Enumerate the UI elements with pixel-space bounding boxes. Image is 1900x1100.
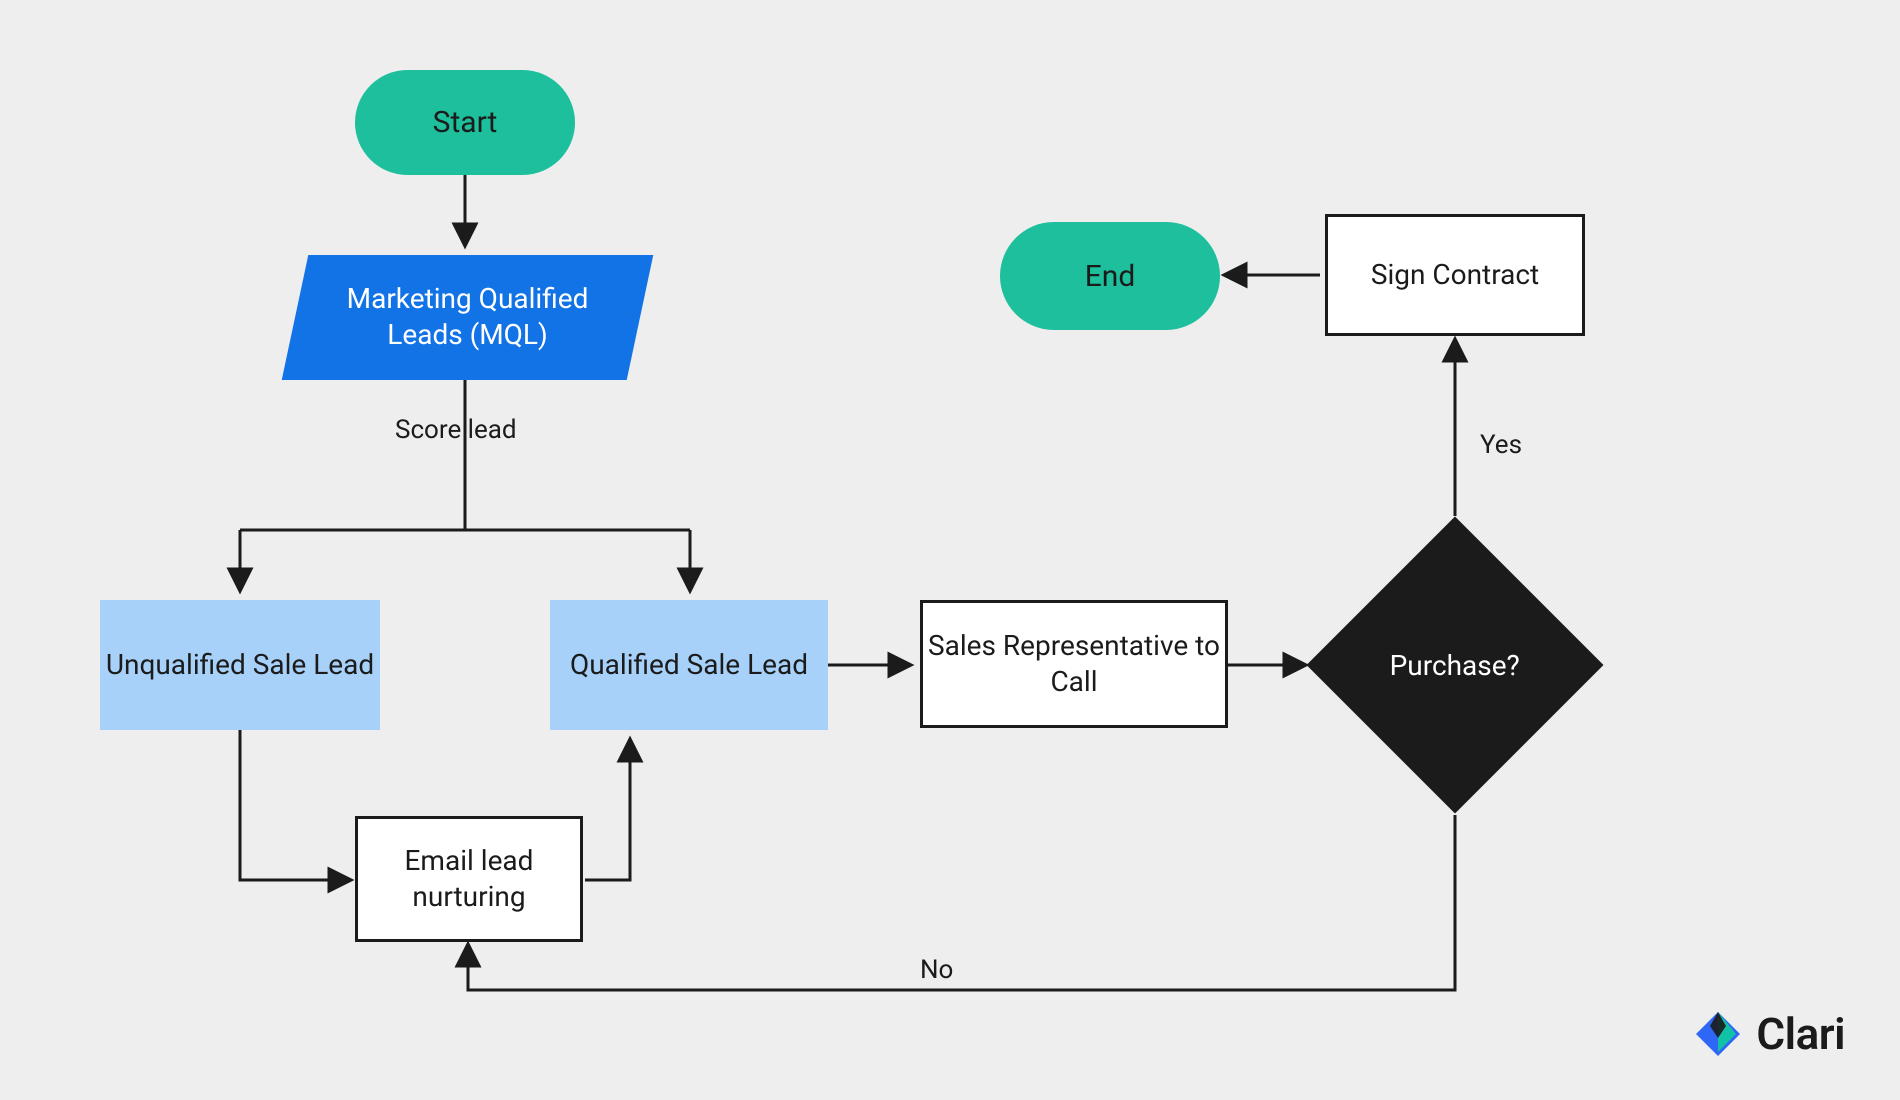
unqualified-node: Unqualified Sale Lead xyxy=(100,600,380,730)
flowchart-canvas: Start Marketing Qualified Leads (MQL) Sc… xyxy=(0,0,1900,1100)
no-label: No xyxy=(920,955,953,985)
brand-name: Clari xyxy=(1756,1008,1845,1060)
mql-node: Marketing Qualified Leads (MQL) xyxy=(282,255,654,380)
sign-contract-label: Sign Contract xyxy=(1371,257,1539,293)
score-lead-label: Score lead xyxy=(395,415,517,445)
start-node: Start xyxy=(355,70,575,175)
start-label: Start xyxy=(433,103,498,142)
qualified-label: Qualified Sale Lead xyxy=(570,647,808,683)
end-label: End xyxy=(1085,257,1136,296)
sales-call-node: Sales Representative to Call xyxy=(920,600,1228,728)
clari-logo-icon xyxy=(1692,1008,1744,1060)
connectors xyxy=(0,0,1900,1100)
unqualified-label: Unqualified Sale Lead xyxy=(106,647,374,683)
mql-label: Marketing Qualified Leads (MQL) xyxy=(295,281,640,354)
nurturing-node: Email lead nurturing xyxy=(355,816,583,942)
end-node: End xyxy=(1000,222,1220,330)
purchase-decision-node: Purchase? xyxy=(1350,560,1560,770)
qualified-node: Qualified Sale Lead xyxy=(550,600,828,730)
yes-label: Yes xyxy=(1480,430,1522,460)
purchase-decision-label: Purchase? xyxy=(1390,648,1520,681)
nurturing-label: Email lead nurturing xyxy=(358,843,580,916)
brand-logo: Clari xyxy=(1692,1008,1845,1060)
sales-call-label: Sales Representative to Call xyxy=(923,628,1225,701)
sign-contract-node: Sign Contract xyxy=(1325,214,1585,336)
